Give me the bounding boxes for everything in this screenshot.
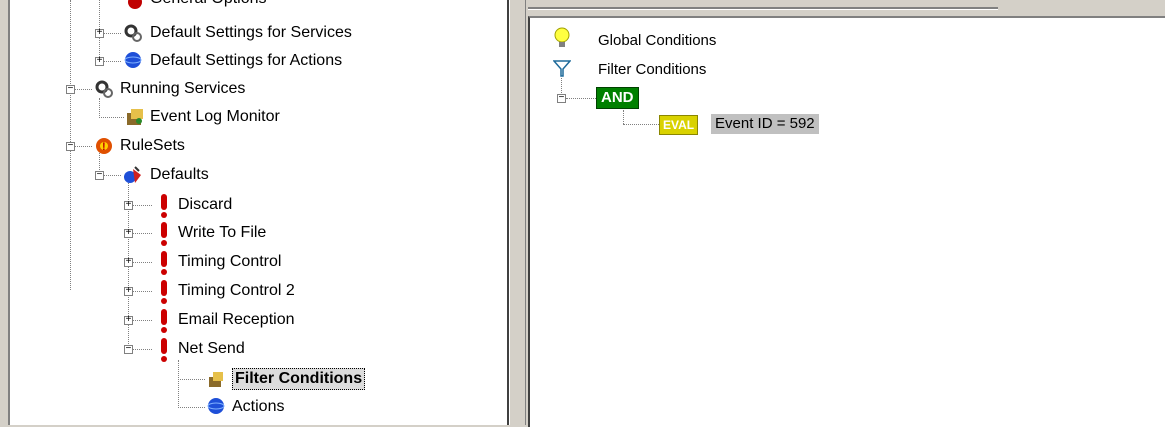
tree-item-rulesets-label[interactable]: RuleSets [120, 136, 185, 156]
rule-icon [154, 337, 174, 363]
expand-default-services-button[interactable]: + [95, 29, 104, 39]
collapse-and-button[interactable]: − [557, 94, 566, 104]
collapse-net-send-button[interactable]: − [124, 345, 133, 355]
tree-item-general-options-label[interactable]: General Options [150, 0, 267, 9]
tree-item-rule-label[interactable]: Timing Control 2 [178, 281, 295, 301]
collapse-running-services-button[interactable]: − [66, 85, 75, 95]
expand-rule-button[interactable]: + [124, 258, 133, 268]
tree-item-rule-label[interactable]: Email Reception [178, 310, 295, 330]
right-pane-header-strip [528, 0, 1165, 15]
and-operator-node[interactable]: AND [596, 87, 639, 109]
eval-node-badge[interactable]: EVAL [659, 115, 699, 135]
tree-item-default-services-label[interactable]: Default Settings for Services [150, 23, 352, 43]
tree-item-rule-label[interactable]: Timing Control [178, 252, 281, 272]
event-log-monitor-icon [125, 107, 145, 127]
expand-rule-button[interactable]: + [124, 316, 133, 326]
filter-conditions-icon [206, 369, 226, 389]
global-conditions-label[interactable]: Global Conditions [598, 31, 716, 51]
general-options-icon [125, 0, 145, 12]
rule-icon [154, 279, 174, 305]
expand-rule-button[interactable]: + [124, 229, 133, 239]
svg-text:!: ! [102, 141, 106, 153]
right-tree-pane[interactable]: Global Conditions Filter Conditions − AN… [528, 16, 1165, 427]
rule-icon [154, 250, 174, 276]
filter-conditions-label[interactable]: Filter Conditions [598, 60, 706, 80]
tree-item-defaults-label[interactable]: Defaults [150, 165, 209, 185]
collapse-rulesets-button[interactable]: − [66, 142, 75, 152]
filter-funnel-icon [552, 58, 572, 78]
expand-rule-button[interactable]: + [124, 201, 133, 211]
tree-item-actions-label[interactable]: Actions [232, 397, 284, 417]
rule-icon [154, 221, 174, 247]
left-tree-pane[interactable]: General Options + Default Settings for S… [8, 0, 509, 425]
lightbulb-icon [552, 27, 572, 48]
tree-item-rule-label[interactable]: Write To File [178, 223, 266, 243]
gears-icon [94, 79, 114, 99]
tree-item-event-log-monitor-label[interactable]: Event Log Monitor [150, 107, 280, 127]
expand-rule-button[interactable]: + [124, 287, 133, 297]
tree-item-running-services-label[interactable]: Running Services [120, 79, 245, 99]
tree-item-filter-conditions-selected[interactable]: Filter Conditions [232, 368, 366, 390]
globe-gear-icon [206, 397, 226, 417]
tree-item-default-actions-label[interactable]: Default Settings for Actions [150, 51, 342, 71]
pane-splitter[interactable] [509, 0, 526, 425]
expand-default-actions-button[interactable]: + [95, 57, 104, 67]
collapse-defaults-button[interactable]: − [95, 171, 104, 181]
eval-expression-label[interactable]: Event ID = 592 [711, 114, 819, 134]
rule-icon [154, 308, 174, 334]
rule-icon [154, 193, 174, 219]
defaults-ruleset-icon [123, 165, 143, 185]
tree-item-net-send-label[interactable]: Net Send [178, 339, 245, 359]
tree-item-rule-label[interactable]: Discard [178, 195, 232, 215]
rulesets-icon: ! [94, 136, 114, 156]
globe-gear-icon [123, 51, 143, 71]
gears-icon [123, 23, 143, 43]
